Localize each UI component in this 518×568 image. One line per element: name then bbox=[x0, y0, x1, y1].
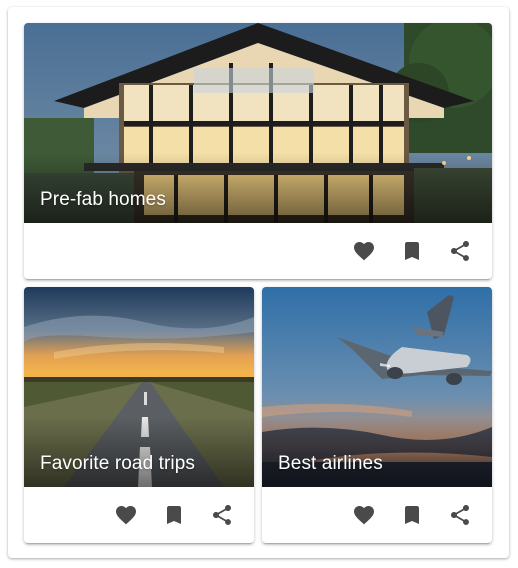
heart-icon bbox=[354, 242, 374, 261]
bookmark-button[interactable] bbox=[150, 491, 198, 539]
card-grid-container: Pre-fab homes Favorite road trips Best a… bbox=[8, 7, 509, 558]
image-gradient-overlay bbox=[24, 417, 254, 487]
share-icon bbox=[451, 505, 469, 525]
card-title: Favorite road trips bbox=[40, 453, 196, 474]
share-button[interactable] bbox=[198, 491, 246, 539]
bookmark-icon bbox=[405, 242, 419, 260]
favorite-button[interactable] bbox=[102, 491, 150, 539]
bookmark-icon bbox=[167, 506, 181, 524]
share-icon bbox=[451, 241, 469, 261]
image-gradient-overlay bbox=[262, 417, 492, 487]
card-image-house[interactable]: Pre-fab homes bbox=[24, 23, 492, 223]
share-button[interactable] bbox=[436, 491, 484, 539]
heart-icon bbox=[116, 506, 136, 525]
card-actions bbox=[24, 487, 254, 543]
favorite-button[interactable] bbox=[340, 227, 388, 275]
card-actions bbox=[262, 487, 492, 543]
card-actions bbox=[24, 223, 492, 279]
card-title: Best airlines bbox=[278, 453, 383, 474]
card-best-airlines: Best airlines bbox=[262, 287, 492, 543]
card-road-trips: Favorite road trips bbox=[24, 287, 254, 543]
bookmark-button[interactable] bbox=[388, 491, 436, 539]
card-image-airplane[interactable]: Best airlines bbox=[262, 287, 492, 487]
card-image-road[interactable]: Favorite road trips bbox=[24, 287, 254, 487]
share-button[interactable] bbox=[436, 227, 484, 275]
card-title: Pre-fab homes bbox=[40, 189, 166, 210]
bookmark-icon bbox=[405, 506, 419, 524]
heart-icon bbox=[354, 506, 374, 525]
bookmark-button[interactable] bbox=[388, 227, 436, 275]
card-prefab-homes: Pre-fab homes bbox=[24, 23, 492, 279]
image-gradient-overlay bbox=[24, 153, 492, 223]
share-icon bbox=[213, 505, 231, 525]
favorite-button[interactable] bbox=[340, 491, 388, 539]
